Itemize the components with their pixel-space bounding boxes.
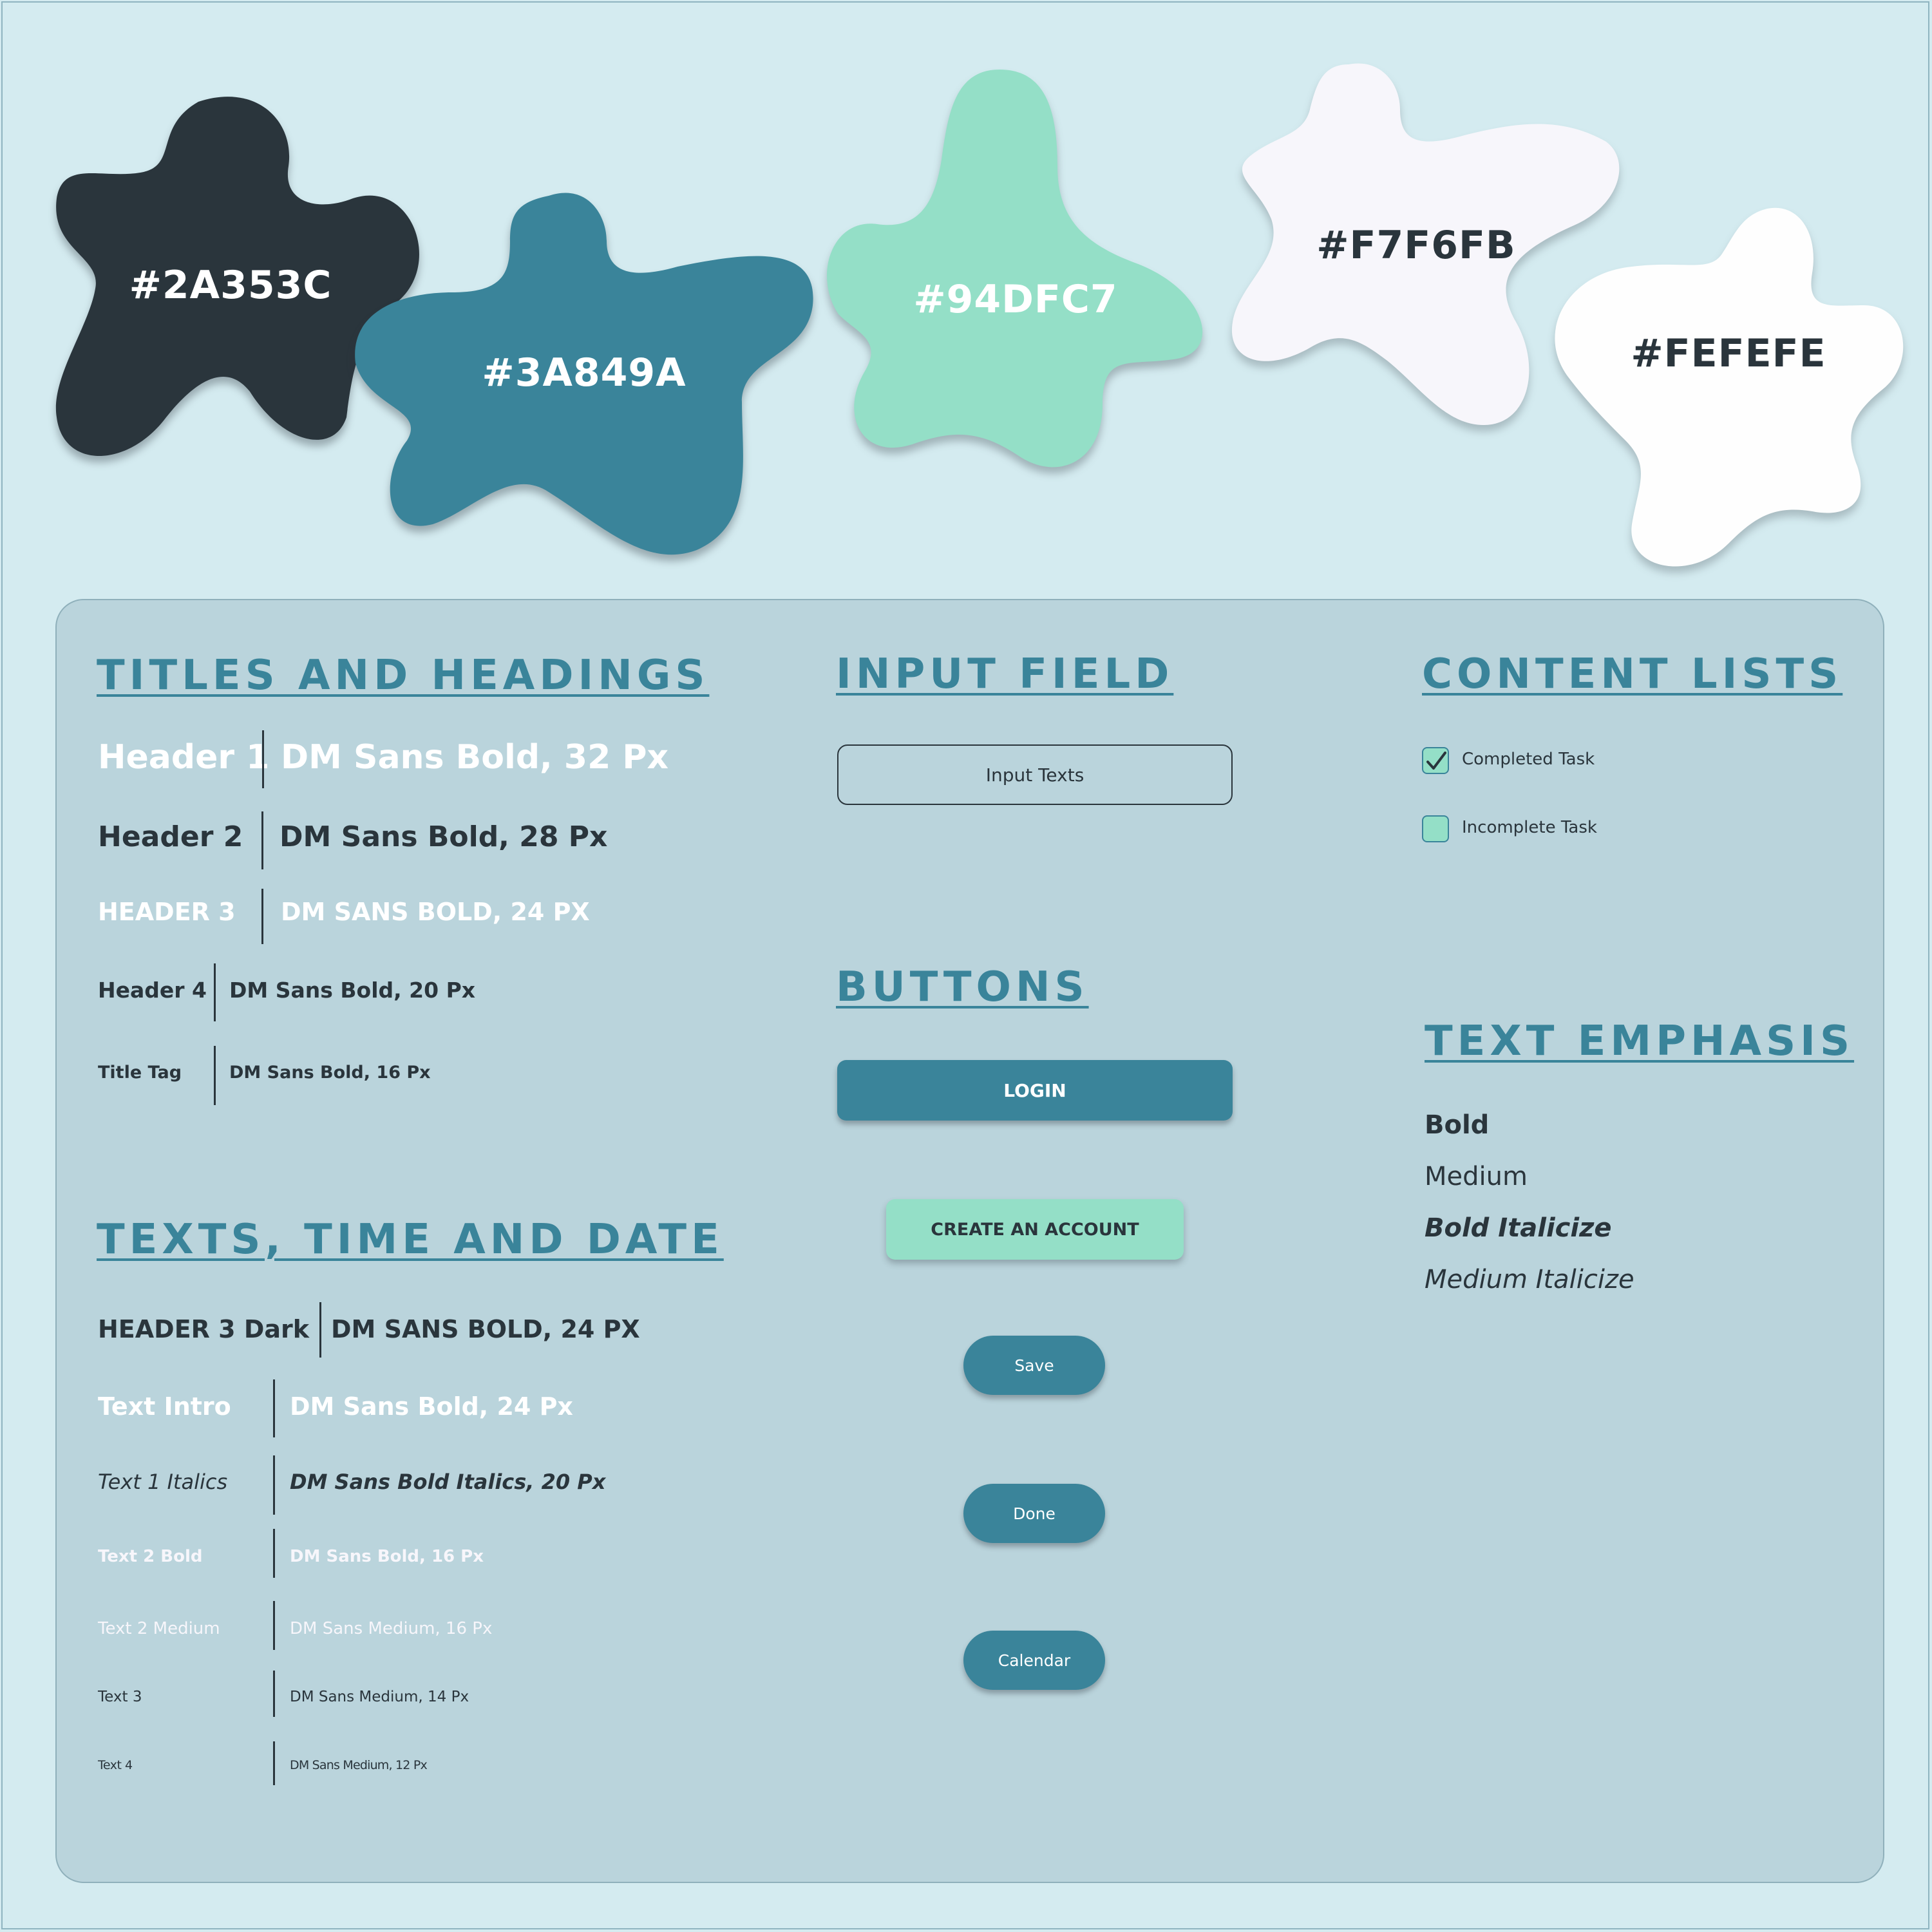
typo-spec: DM Sans Bold Italics, 20 Px xyxy=(290,1470,606,1494)
typo-name: HEADER 3 xyxy=(98,898,236,926)
typo-spec: DM Sans Medium, 14 Px xyxy=(290,1689,469,1705)
typo-spec: DM Sans Bold, 16 Px xyxy=(290,1547,484,1566)
swatch-teal: #3A849A xyxy=(355,189,819,563)
typo-name: Header 1 xyxy=(98,738,270,777)
divider xyxy=(273,1671,275,1717)
section-title-emphasis: TEXT EMPHASIS xyxy=(1425,1018,1855,1065)
checkbox-checked[interactable] xyxy=(1422,747,1449,774)
divider xyxy=(319,1302,321,1358)
typo-spec: DM SANS BOLD, 24 PX xyxy=(331,1315,640,1343)
swatch-label: #3A849A xyxy=(482,350,687,395)
section-title-titles: TITLES AND HEADINGS xyxy=(97,652,710,699)
typo-spec: DM Sans Bold, 28 Px xyxy=(279,820,608,853)
divider xyxy=(273,1455,275,1515)
divider xyxy=(261,811,263,869)
emphasis-bold: Bold xyxy=(1425,1110,1490,1140)
typo-name: HEADER 3 Dark xyxy=(98,1315,310,1343)
typo-spec: DM SANS BOLD, 24 PX xyxy=(281,898,590,926)
divider xyxy=(273,1601,275,1650)
style-guide-panel: TITLES AND HEADINGS Header 1 DM Sans Bol… xyxy=(55,599,1884,1883)
create-account-button[interactable]: CREATE AN ACCOUNT xyxy=(886,1199,1184,1260)
task-label: Completed Task xyxy=(1462,750,1595,769)
typo-name: Text 1 Italics xyxy=(98,1470,228,1494)
divider xyxy=(214,963,216,1021)
emphasis-bold-italic: Bold Italicize xyxy=(1425,1213,1612,1243)
done-button[interactable]: Done xyxy=(963,1484,1105,1543)
checkbox-unchecked[interactable] xyxy=(1422,815,1449,842)
text-input[interactable]: Input Texts xyxy=(837,744,1233,805)
typo-name: Title Tag xyxy=(98,1063,182,1083)
section-title-texts: TEXTS, TIME AND DATE xyxy=(97,1216,724,1264)
typo-name: Header 4 xyxy=(98,978,207,1003)
emphasis-medium-italic: Medium Italicize xyxy=(1425,1265,1634,1294)
save-button[interactable]: Save xyxy=(963,1336,1105,1395)
typo-spec: DM Sans Bold, 24 Px xyxy=(290,1392,573,1421)
typo-spec: DM Sans Medium, 12 Px xyxy=(290,1758,428,1772)
typo-spec: DM Sans Bold, 20 Px xyxy=(229,978,476,1003)
section-title-lists: CONTENT LISTS xyxy=(1422,650,1843,698)
login-button[interactable]: LOGIN xyxy=(837,1060,1233,1121)
calendar-button[interactable]: Calendar xyxy=(963,1631,1105,1690)
section-title-buttons: BUTTONS xyxy=(836,963,1089,1011)
divider xyxy=(261,889,263,944)
typo-spec: DM Sans Bold, 32 Px xyxy=(281,738,669,777)
section-title-input: INPUT FIELD xyxy=(836,650,1174,698)
typo-name: Text 2 Medium xyxy=(98,1619,220,1638)
swatch-label: #94DFC7 xyxy=(913,277,1118,322)
typo-name: Text Intro xyxy=(98,1392,231,1421)
blob-shape xyxy=(827,70,1203,468)
swatch-mint: #94DFC7 xyxy=(826,70,1212,482)
typo-name: Text 3 xyxy=(98,1689,142,1705)
typo-spec: DM Sans Bold, 16 Px xyxy=(229,1063,431,1083)
typo-name: Text 4 xyxy=(98,1758,133,1772)
divider xyxy=(262,730,264,788)
emphasis-medium: Medium xyxy=(1425,1162,1528,1191)
task-label: Incomplete Task xyxy=(1462,818,1597,837)
typo-spec: DM Sans Medium, 16 Px xyxy=(290,1619,493,1638)
typo-name: Text 2 Bold xyxy=(98,1547,203,1566)
swatch-label: #FEFEFE xyxy=(1631,331,1826,376)
divider xyxy=(273,1741,275,1785)
typo-name: Header 2 xyxy=(98,820,243,853)
swatch-white: #FEFEFE xyxy=(1548,207,1909,569)
divider xyxy=(214,1046,216,1105)
color-palette: #2A353C #3A849A #94DFC7 #F7F6FB #FEFEFE xyxy=(0,0,1932,580)
divider xyxy=(273,1379,275,1437)
divider xyxy=(273,1529,275,1578)
blob-shape xyxy=(1555,207,1904,567)
checkmark-icon xyxy=(1426,752,1446,770)
